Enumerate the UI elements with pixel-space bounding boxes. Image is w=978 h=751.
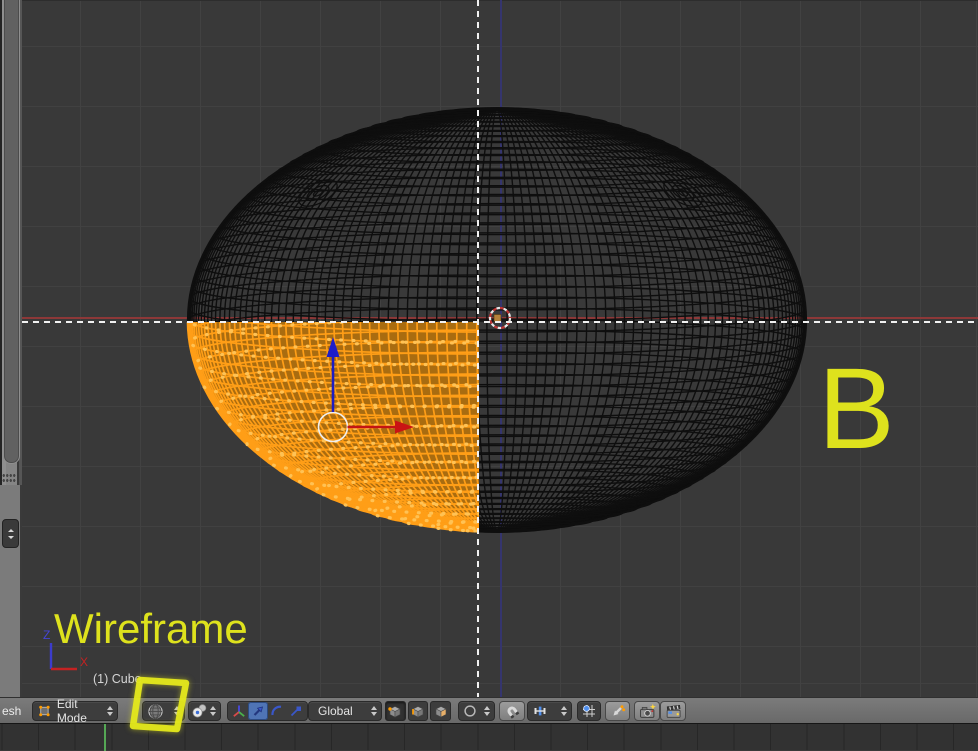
manipulate-centers-icon xyxy=(613,705,625,716)
mesh-menu[interactable]: esh xyxy=(2,704,21,718)
left-panel-edge xyxy=(0,0,22,697)
pivot-median-point-icon xyxy=(192,704,207,718)
opengl-render-camera-icon xyxy=(639,703,656,718)
panel-stepper[interactable] xyxy=(2,519,19,548)
translate-arrow-icon xyxy=(253,706,263,716)
viewport-header: esh Edit Mode Global xyxy=(0,697,978,725)
panel-grip-dots[interactable] xyxy=(2,473,16,483)
opengl-render-anim-button[interactable] xyxy=(660,701,686,721)
manipulator-translate-toggle[interactable] xyxy=(248,702,268,720)
proportional-dropdown-arrows[interactable] xyxy=(484,706,490,716)
grid-z-axis-line xyxy=(500,0,502,697)
viewport-shading-globe-icon xyxy=(148,703,163,719)
border-select-crosshair-vertical xyxy=(477,0,479,697)
manipulator-scale-toggle[interactable] xyxy=(287,702,306,720)
annotation-b-key: B xyxy=(818,345,895,473)
scale-square-icon xyxy=(291,706,302,717)
opengl-render-button[interactable] xyxy=(634,701,660,721)
snap-toggle-button[interactable] xyxy=(499,701,525,721)
snap-vertex-icon xyxy=(534,706,546,716)
object-info-text: (1) Cube xyxy=(93,672,142,686)
proportional-edit-circle-icon xyxy=(464,705,476,717)
timeline-strip[interactable] xyxy=(0,723,978,751)
orientation-dropdown-label: Global xyxy=(318,704,353,718)
gizmo-x-label: X xyxy=(80,655,88,669)
gizmo-z-label: Z xyxy=(43,628,50,642)
left-panel-lower xyxy=(0,485,22,697)
vertex-select-cube-icon xyxy=(388,706,401,718)
scrollbar-thumb[interactable] xyxy=(3,0,20,464)
timeline-playhead[interactable] xyxy=(104,724,106,751)
manipulator-rotate-toggle[interactable] xyxy=(268,702,287,720)
snap-target-button[interactable] xyxy=(577,701,601,721)
view-axis-gizmo: Z X xyxy=(43,628,88,671)
mode-dropdown-arrows[interactable] xyxy=(107,706,113,716)
stepper-up-icon[interactable] xyxy=(7,528,14,532)
proportional-edit-dropdown[interactable] xyxy=(458,701,495,721)
stepper-down-icon[interactable] xyxy=(7,535,14,539)
orientation-dropdown[interactable]: Global xyxy=(308,701,382,721)
snap-target-icon xyxy=(583,705,595,717)
shading-dropdown-arrows[interactable] xyxy=(174,706,180,716)
manipulate-centers-button[interactable] xyxy=(605,701,630,721)
pivot-dropdown[interactable] xyxy=(188,701,221,721)
snap-element-arrows[interactable] xyxy=(561,706,567,716)
mode-dropdown-label: Edit Mode xyxy=(56,697,87,725)
pivot-dropdown-arrows[interactable] xyxy=(210,706,216,716)
edge-select-cube-icon xyxy=(412,706,424,718)
edge-select-button[interactable] xyxy=(407,701,429,721)
rotate-arc-icon xyxy=(271,705,282,716)
face-select-button[interactable] xyxy=(430,701,452,721)
border-select-crosshair-horizontal xyxy=(22,321,978,323)
edit-mode-icon xyxy=(39,705,50,717)
select-mode-group xyxy=(385,701,452,721)
vertex-select-button[interactable] xyxy=(385,701,406,721)
face-select-cube-icon xyxy=(435,706,447,718)
viewport-shading-dropdown[interactable] xyxy=(142,701,185,721)
snap-magnet-icon xyxy=(507,706,520,719)
snap-element-dropdown[interactable] xyxy=(527,701,572,721)
orientation-dropdown-arrows[interactable] xyxy=(371,706,377,716)
opengl-render-clapper-icon xyxy=(666,704,680,718)
axis-tripod-icon xyxy=(232,705,245,717)
manipulator-tripod-toggle[interactable] xyxy=(229,702,248,720)
manipulator-toggle-group xyxy=(227,701,308,721)
mode-dropdown[interactable]: Edit Mode xyxy=(32,697,118,725)
